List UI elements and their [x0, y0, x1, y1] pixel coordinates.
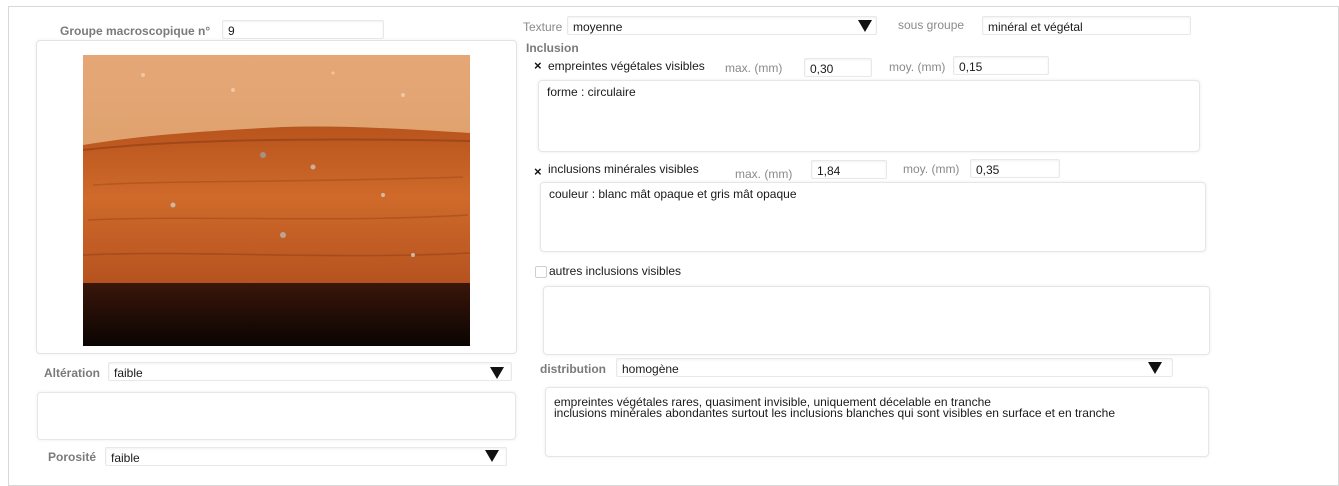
distribution-dropdown-icon[interactable] [1148, 362, 1162, 374]
empreintes-moy-label: moy. (mm) [889, 60, 946, 74]
mineral-moy-field[interactable]: 0,35 [970, 159, 1060, 178]
sous-groupe-field[interactable]: minéral et végétal [982, 16, 1191, 35]
empreintes-max-label: max. (mm) [725, 61, 783, 75]
empreintes-checkbox[interactable]: × [534, 58, 542, 73]
texture-label: Texture [523, 20, 563, 34]
mineral-max-label: max. (mm) [735, 167, 793, 181]
mineral-checkbox[interactable]: × [534, 164, 542, 179]
alteration-label: Altération [44, 366, 101, 380]
empreintes-max-field[interactable]: 0,30 [804, 58, 872, 77]
alteration-note-area[interactable] [37, 392, 516, 440]
distribution-select[interactable]: homogène [616, 358, 1173, 377]
porosite-select[interactable]: faible [105, 447, 507, 466]
groupe-label: Groupe macroscopique n° [60, 24, 211, 38]
porosite-label: Porosité [48, 450, 97, 464]
mineral-moy-label: moy. (mm) [903, 162, 960, 176]
empreintes-note-area[interactable]: forme : circulaire [538, 80, 1200, 152]
distribution-label: distribution [540, 362, 606, 376]
groupe-number-field[interactable]: 9 [222, 20, 384, 39]
alteration-select[interactable]: faible [108, 362, 512, 381]
autres-checkbox[interactable] [535, 266, 547, 278]
inclusion-heading: Inclusion [526, 41, 579, 55]
mineral-label: inclusions minérales visibles [548, 162, 699, 176]
empreintes-label: empreintes végétales visibles [548, 59, 705, 73]
mineral-note-area[interactable]: couleur : blanc mât opaque et gris mât o… [540, 182, 1206, 252]
autres-label: autres inclusions visibles [549, 264, 682, 278]
texture-select[interactable]: moyenne [567, 16, 877, 35]
mineral-max-field[interactable]: 1,84 [811, 160, 887, 179]
texture-dropdown-icon[interactable] [858, 20, 872, 32]
alteration-dropdown-icon[interactable] [490, 367, 504, 379]
distribution-note-area[interactable]: empreintes végétales rares, quasiment in… [545, 387, 1209, 457]
empreintes-moy-field[interactable]: 0,15 [953, 56, 1049, 75]
ceramic-sample-photo [83, 55, 470, 346]
porosite-dropdown-icon[interactable] [485, 450, 499, 462]
autres-note-area[interactable] [543, 286, 1210, 355]
sous-groupe-label: sous groupe [898, 18, 965, 32]
